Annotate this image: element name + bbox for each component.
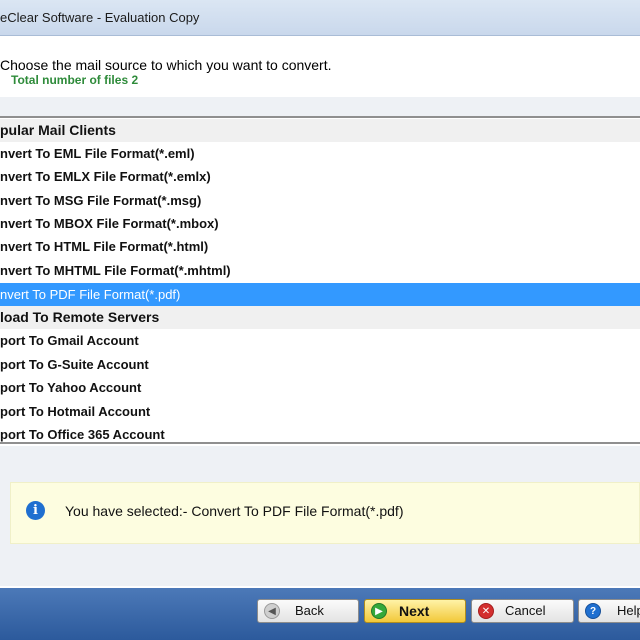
- back-button[interactable]: ◀ Back: [257, 599, 359, 623]
- group-label: pular Mail Clients: [0, 122, 116, 138]
- separator-strip: [0, 97, 640, 116]
- next-button[interactable]: ▶ Next: [364, 599, 466, 623]
- help-button-label: Help: [617, 603, 640, 618]
- selection-text: You have selected:- Convert To PDF File …: [65, 503, 404, 519]
- option-label: nvert To PDF File Format(*.pdf): [0, 287, 181, 302]
- option-label: port To Office 365 Account: [0, 427, 165, 442]
- option-export-office365[interactable]: port To Office 365 Account: [0, 423, 640, 442]
- next-arrow-icon: ▶: [371, 603, 387, 619]
- option-label: nvert To MHTML File Format(*.mhtml): [0, 263, 231, 278]
- option-convert-emlx[interactable]: nvert To EMLX File Format(*.emlx): [0, 165, 640, 188]
- option-export-hotmail[interactable]: port To Hotmail Account: [0, 400, 640, 423]
- option-convert-eml[interactable]: nvert To EML File Format(*.eml): [0, 142, 640, 165]
- instruction-text: Choose the mail source to which you want…: [0, 57, 332, 73]
- selection-info-box: i You have selected:- Convert To PDF Fil…: [10, 482, 640, 544]
- cancel-x-icon: ✕: [478, 603, 494, 619]
- option-label: nvert To EML File Format(*.eml): [0, 146, 195, 161]
- group-header-remote-servers: load To Remote Servers: [0, 306, 640, 329]
- header-panel: Choose the mail source to which you want…: [0, 37, 640, 97]
- title-bar: eClear Software - Evaluation Copy: [0, 0, 640, 36]
- next-button-label: Next: [399, 603, 430, 619]
- group-header-mail-clients: pular Mail Clients: [0, 119, 640, 142]
- option-label: nvert To EMLX File Format(*.emlx): [0, 169, 211, 184]
- back-arrow-icon: ◀: [264, 603, 280, 619]
- button-bar: ◀ Back ▶ Next ✕ Cancel ? Help: [0, 588, 640, 640]
- option-label: port To Gmail Account: [0, 333, 139, 348]
- group-label: load To Remote Servers: [0, 309, 160, 325]
- file-count-text: Total number of files 2: [11, 73, 139, 87]
- window-title: eClear Software - Evaluation Copy: [0, 10, 200, 25]
- option-convert-mbox[interactable]: nvert To MBOX File Format(*.mbox): [0, 212, 640, 235]
- option-label: nvert To HTML File Format(*.html): [0, 239, 209, 254]
- option-label: nvert To MBOX File Format(*.mbox): [0, 216, 219, 231]
- option-export-gsuite[interactable]: port To G-Suite Account: [0, 353, 640, 376]
- option-export-yahoo[interactable]: port To Yahoo Account: [0, 376, 640, 399]
- cancel-button[interactable]: ✕ Cancel: [471, 599, 574, 623]
- option-label: port To G-Suite Account: [0, 357, 149, 372]
- option-label: port To Hotmail Account: [0, 404, 151, 419]
- back-button-label: Back: [295, 603, 324, 618]
- option-convert-mhtml[interactable]: nvert To MHTML File Format(*.mhtml): [0, 259, 640, 282]
- help-button[interactable]: ? Help: [578, 599, 640, 623]
- selection-info-area: i You have selected:- Convert To PDF Fil…: [0, 446, 640, 586]
- option-label: port To Yahoo Account: [0, 380, 142, 395]
- option-label: nvert To MSG File Format(*.msg): [0, 193, 202, 208]
- help-question-icon: ?: [585, 603, 601, 619]
- option-convert-html[interactable]: nvert To HTML File Format(*.html): [0, 235, 640, 258]
- option-export-gmail[interactable]: port To Gmail Account: [0, 329, 640, 352]
- option-convert-pdf[interactable]: nvert To PDF File Format(*.pdf): [0, 283, 640, 306]
- option-convert-msg[interactable]: nvert To MSG File Format(*.msg): [0, 189, 640, 212]
- cancel-button-label: Cancel: [505, 603, 546, 618]
- conversion-options-list[interactable]: pular Mail Clients nvert To EML File For…: [0, 116, 640, 444]
- info-icon: i: [26, 501, 45, 520]
